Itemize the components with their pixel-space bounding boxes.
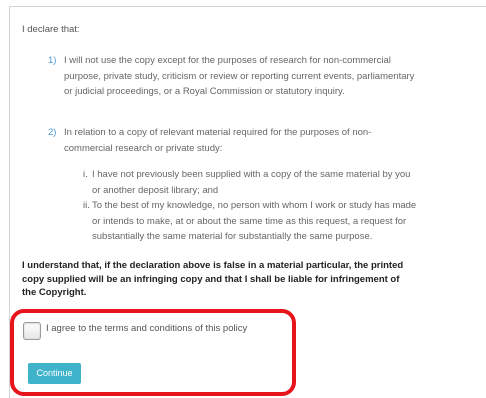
subitem-text: To the best of my knowledge, no person w… (92, 200, 417, 242)
liability-statement: I understand that, if the declaration ab… (22, 260, 404, 298)
subitem-number: ii. (83, 200, 90, 211)
item-number: 1) (48, 55, 57, 66)
agree-checkbox[interactable] (23, 322, 41, 340)
agree-checkbox-label[interactable]: I agree to the terms and conditions of t… (46, 323, 247, 334)
item-text: I will not use the copy except for the p… (64, 55, 415, 97)
declaration-intro: I declare that: (22, 24, 80, 35)
item-number: 2) (48, 127, 57, 138)
continue-button[interactable]: Continue (28, 363, 81, 384)
subitem-text: I have not previously been supplied with… (92, 169, 411, 196)
item-text: In relation to a copy of relevant materi… (64, 127, 372, 154)
subitem-number: i. (83, 169, 88, 180)
